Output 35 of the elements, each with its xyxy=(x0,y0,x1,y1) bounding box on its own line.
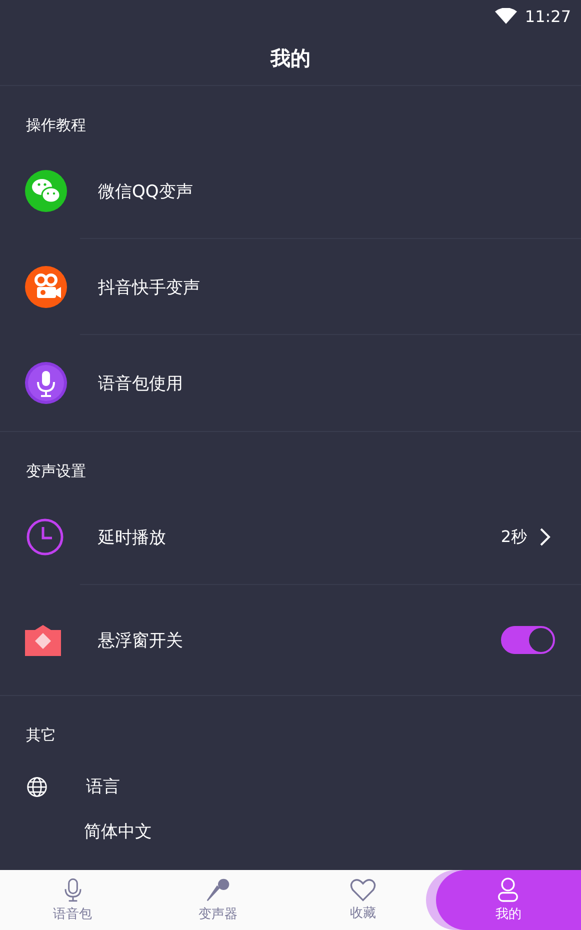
heart-icon xyxy=(350,878,376,902)
person-icon xyxy=(497,877,520,903)
settings-row[interactable]: 微信QQ变声 xyxy=(0,143,581,239)
microphone-icon xyxy=(62,877,83,903)
nav-tab[interactable]: 语音包 xyxy=(0,870,146,930)
row-label: 悬浮窗开关 xyxy=(98,630,184,652)
row-label: 延时播放 xyxy=(98,526,167,548)
option-value: 简体中文 xyxy=(84,821,153,843)
globe-icon xyxy=(26,776,48,798)
diamond-window-icon xyxy=(25,624,61,656)
handheld-microphone-icon xyxy=(204,877,231,903)
wifi-icon xyxy=(494,8,517,24)
toggle-switch[interactable] xyxy=(501,626,555,654)
nav-tab[interactable]: 收藏 xyxy=(290,870,436,930)
video-camera-icon xyxy=(25,266,67,308)
page-title: 我的 xyxy=(270,45,310,72)
clock-icon xyxy=(25,517,65,557)
nav-tab[interactable]: 我的 xyxy=(436,870,581,930)
row-label: 语音包使用 xyxy=(98,372,184,394)
settings-row[interactable]: 语音包使用 xyxy=(0,335,581,431)
microphone-icon xyxy=(25,362,67,404)
chat-bubbles-icon xyxy=(25,170,67,212)
settings-row[interactable]: 延时播放 2秒 xyxy=(0,489,581,585)
section-header: 操作教程 xyxy=(26,116,86,135)
status-time: 11:27 xyxy=(524,6,571,26)
settings-row[interactable]: 悬浮窗开关 xyxy=(0,585,581,695)
row-value: 2秒 xyxy=(500,526,527,548)
settings-row[interactable]: 抖音快手变声 xyxy=(0,239,581,335)
section-header: 变声设置 xyxy=(26,462,86,481)
nav-tab[interactable]: 变声器 xyxy=(145,870,290,930)
section-header: 其它 xyxy=(26,726,56,745)
option-label[interactable]: 语言 xyxy=(86,775,120,798)
row-label: 微信QQ变声 xyxy=(98,180,194,202)
row-label: 抖音快手变声 xyxy=(98,276,201,298)
chevron-right-icon xyxy=(539,527,551,547)
